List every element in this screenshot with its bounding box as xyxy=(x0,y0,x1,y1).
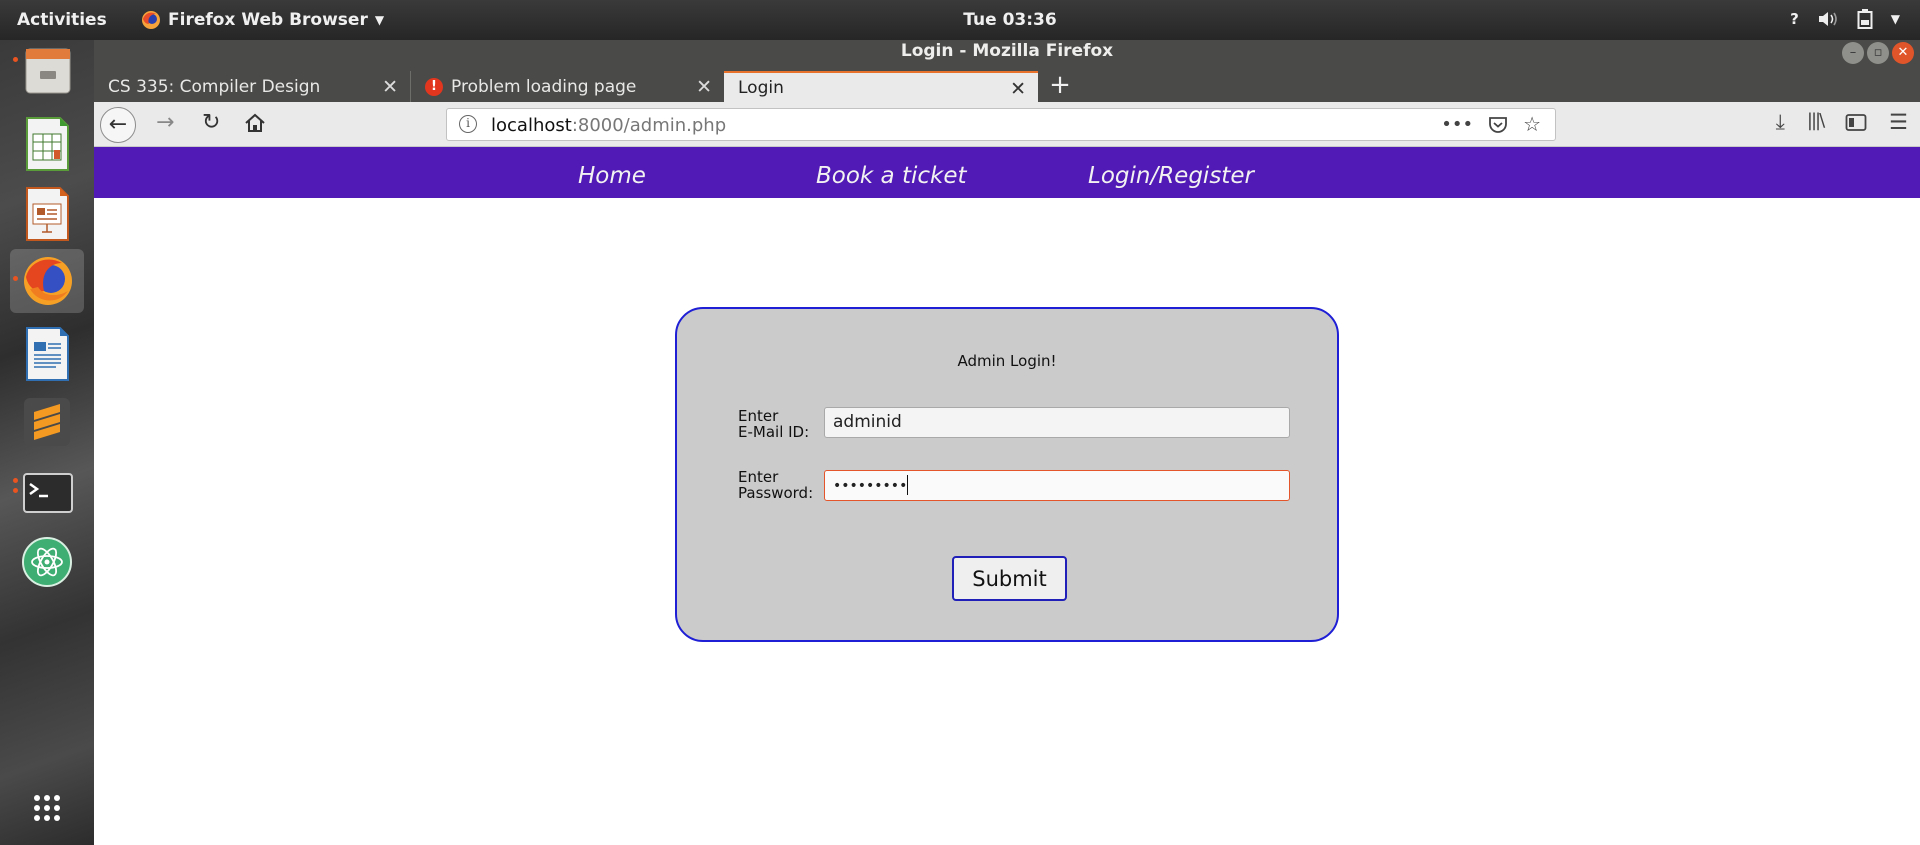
dock-item-files[interactable] xyxy=(10,41,84,105)
password-label-line2: Password: xyxy=(738,484,814,502)
tab-strip: CS 335: Compiler Design ✕ ! Problem load… xyxy=(94,71,1082,102)
impress-presentation-icon xyxy=(26,187,69,241)
url-text[interactable]: localhost:8000/admin.php xyxy=(491,115,726,136)
forward-button[interactable]: → xyxy=(156,110,174,136)
email-label-line1: Enter xyxy=(738,407,779,425)
right-toolbar: ⤓ |||\ ☰ xyxy=(1776,110,1908,135)
nav-login-register-link[interactable]: Login/Register xyxy=(1088,163,1254,189)
email-field[interactable]: adminid xyxy=(824,407,1290,438)
close-tab-icon[interactable]: ✕ xyxy=(696,76,712,98)
close-window-icon[interactable]: ✕ xyxy=(1892,42,1914,64)
new-tab-button[interactable]: + xyxy=(1038,71,1082,102)
running-indicator xyxy=(13,276,18,281)
close-tab-icon[interactable]: ✕ xyxy=(382,76,398,98)
pocket-icon[interactable] xyxy=(1487,114,1509,136)
app-menu[interactable]: Firefox Web Browser ▼ xyxy=(141,10,384,30)
navigation-toolbar: ← → ↻ i localhost:8000/admin.php ••• ☆ ⤓… xyxy=(94,102,1920,147)
password-label: Enter Password: xyxy=(738,469,813,501)
dock-item-firefox[interactable] xyxy=(10,249,84,313)
system-menu-chevron-icon[interactable]: ▼ xyxy=(1891,12,1900,26)
url-bar[interactable]: i localhost:8000/admin.php ••• ☆ xyxy=(446,108,1556,141)
url-path: :8000/admin.php xyxy=(571,115,727,136)
running-indicator xyxy=(13,57,18,62)
tab-label: Login xyxy=(738,77,784,98)
clock[interactable]: Tue 03:36 xyxy=(963,10,1056,30)
dock-item-impress[interactable] xyxy=(10,182,84,246)
app-menu-label: Firefox Web Browser xyxy=(168,10,368,30)
dock-item-calc[interactable] xyxy=(10,112,84,176)
downloads-icon[interactable]: ⤓ xyxy=(1776,110,1785,135)
tab-problem-loading[interactable]: ! Problem loading page ✕ xyxy=(410,71,724,102)
nav-home-link[interactable]: Home xyxy=(578,163,646,189)
ubuntu-dock xyxy=(0,40,94,845)
dock-item-sublime[interactable] xyxy=(10,390,84,454)
firefox-icon xyxy=(24,257,72,305)
page-actions-icon[interactable]: ••• xyxy=(1441,112,1473,138)
tab-label: CS 335: Compiler Design xyxy=(108,76,321,97)
tab-label: Problem loading page xyxy=(451,76,637,97)
system-tray[interactable]: ? ▼ xyxy=(1790,9,1900,29)
text-caret xyxy=(907,475,909,495)
running-indicator xyxy=(13,478,18,483)
dock-item-terminal[interactable] xyxy=(10,462,84,526)
minimize-icon[interactable]: – xyxy=(1842,42,1864,64)
password-label-line1: Enter xyxy=(738,468,779,486)
sidebar-icon[interactable] xyxy=(1845,113,1867,133)
site-navbar: Home Book a ticket Login/Register xyxy=(94,147,1920,198)
back-button[interactable]: ← xyxy=(100,107,136,143)
window-controls: – ▫ ✕ xyxy=(1842,42,1914,64)
activities-button[interactable]: Activities xyxy=(17,10,107,30)
close-tab-icon[interactable]: ✕ xyxy=(1010,78,1026,100)
tab-login[interactable]: Login ✕ xyxy=(724,71,1038,102)
web-page: Home Book a ticket Login/Register Admin … xyxy=(94,147,1920,845)
tab-compiler-design[interactable]: CS 335: Compiler Design ✕ xyxy=(94,71,410,102)
dock-item-atom[interactable] xyxy=(10,530,84,594)
maximize-icon[interactable]: ▫ xyxy=(1867,42,1889,64)
email-label: Enter E-Mail ID: xyxy=(738,408,809,440)
admin-login-form: Admin Login! Enter E-Mail ID: adminid En… xyxy=(675,307,1339,642)
url-host: localhost xyxy=(491,115,572,136)
volume-icon[interactable] xyxy=(1817,10,1839,28)
library-icon[interactable]: |||\ xyxy=(1807,110,1825,135)
form-title: Admin Login! xyxy=(957,352,1057,370)
battery-icon[interactable] xyxy=(1857,9,1873,29)
submit-button[interactable]: Submit xyxy=(952,556,1067,601)
gnome-top-bar: Activities Firefox Web Browser ▼ Tue 03:… xyxy=(0,0,1920,40)
error-icon: ! xyxy=(425,77,443,96)
dock-item-show-applications[interactable] xyxy=(10,778,84,842)
desktop-screen: Activities Firefox Web Browser ▼ Tue 03:… xyxy=(0,0,1920,845)
writer-document-icon xyxy=(26,327,69,381)
email-label-line2: E-Mail ID: xyxy=(738,423,810,441)
nav-book-ticket-link[interactable]: Book a ticket xyxy=(816,163,967,189)
password-mask: ••••••••• xyxy=(833,478,908,494)
dock-item-writer[interactable] xyxy=(10,322,84,386)
password-field[interactable]: ••••••••• xyxy=(824,470,1290,501)
running-indicator xyxy=(13,488,18,493)
help-icon[interactable]: ? xyxy=(1790,10,1799,28)
email-value: adminid xyxy=(833,412,902,432)
show-applications-icon xyxy=(34,795,60,821)
sublime-text-icon xyxy=(24,398,70,446)
chevron-down-icon: ▼ xyxy=(374,13,385,27)
terminal-icon xyxy=(23,473,73,513)
bookmark-star-icon[interactable]: ☆ xyxy=(1523,112,1541,138)
calc-spreadsheet-icon xyxy=(26,117,69,171)
firefox-small-icon xyxy=(142,11,160,29)
window-titlebar: Login - Mozilla Firefox – ▫ ✕ CS 335: Co… xyxy=(94,40,1920,102)
info-icon[interactable]: i xyxy=(459,115,477,133)
files-icon xyxy=(25,48,71,94)
home-button[interactable] xyxy=(244,113,266,133)
reload-button[interactable]: ↻ xyxy=(202,110,220,136)
atom-editor-icon xyxy=(22,537,72,587)
window-title: Login - Mozilla Firefox xyxy=(900,41,1114,61)
hamburger-menu-icon[interactable]: ☰ xyxy=(1889,110,1908,135)
